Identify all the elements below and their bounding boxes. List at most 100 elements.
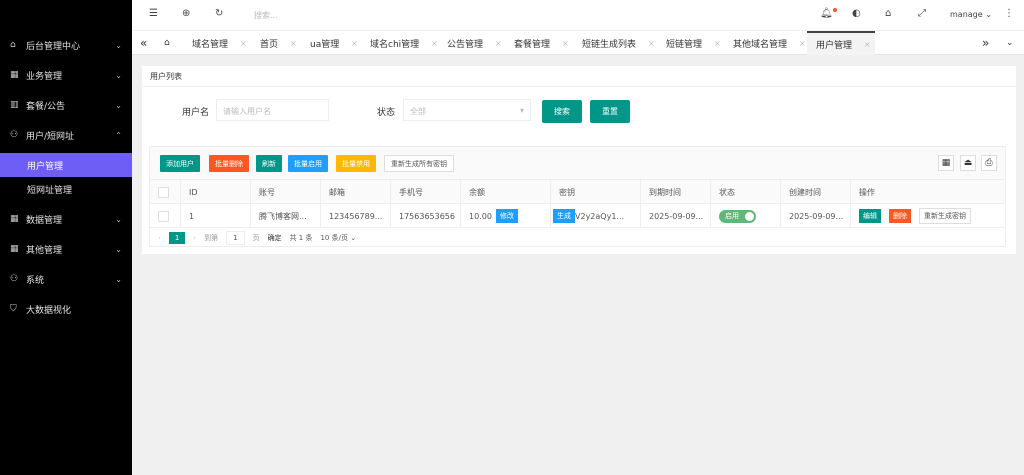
tab-label: ua管理 [310, 39, 340, 50]
refresh-button[interactable]: 刷新 [256, 155, 282, 172]
regen-key-button[interactable]: 重新生成密钥 [919, 208, 971, 224]
edit-button[interactable]: 编辑 [859, 209, 881, 223]
col-key[interactable]: 密钥 [550, 180, 575, 204]
theme-icon[interactable]: ◐ [852, 8, 861, 19]
key-value: V2y2aQy1... [575, 211, 625, 221]
close-icon[interactable]: × [431, 39, 438, 48]
status-toggle[interactable]: 启用 [719, 209, 756, 223]
col-balance[interactable]: 余额 [460, 180, 485, 204]
tag-icon[interactable]: ⌂ [885, 8, 891, 19]
select-all-checkbox[interactable] [158, 186, 169, 198]
user-table: 添加用户 批量删除 刷新 批量启用 批量禁用 重新生成所有密钥 ▦ ⏏ ⎙ ID… [149, 146, 1006, 247]
chevron-up-icon: ⌃ [115, 130, 122, 140]
tab-user-management[interactable]: 用户管理 × [807, 31, 875, 55]
close-icon[interactable]: × [290, 39, 297, 48]
tab-domain-chi[interactable]: 域名chi管理 × [370, 31, 438, 55]
row-checkbox[interactable] [158, 210, 169, 222]
tab-ua[interactable]: ua管理 × [310, 31, 358, 55]
sidebar-item-system[interactable]: ⚇ 系统 ⌄ [0, 267, 132, 291]
batch-disable-button[interactable]: 批量禁用 [336, 155, 376, 172]
chevron-down-icon: ⌄ [115, 244, 122, 254]
search-button[interactable]: 搜索 [542, 100, 582, 123]
grid-icon: ▦ [10, 70, 19, 80]
search-input[interactable]: 搜索... [254, 10, 278, 21]
refresh-icon[interactable]: ↻ [215, 8, 223, 19]
sidebar-item-other[interactable]: ▦ 其他管理 ⌄ [0, 237, 132, 261]
close-icon[interactable]: × [714, 39, 721, 48]
sidebar-item-data[interactable]: ▦ 数据管理 ⌄ [0, 207, 132, 231]
col-account[interactable]: 账号 [250, 180, 275, 204]
batch-delete-button[interactable]: 批量删除 [209, 155, 249, 172]
home-tab-icon[interactable]: ⌂ [164, 31, 170, 55]
scroll-left-icon[interactable]: « [140, 31, 147, 55]
label: 业务管理 [26, 71, 63, 82]
chevron-down-icon: ⌄ [115, 70, 122, 80]
regen-all-keys-button[interactable]: 重新生成所有密钥 [384, 155, 454, 172]
sidebar-item-user-shorturl[interactable]: ⚇ 用户/短网址 ⌃ [0, 123, 132, 147]
print-icon[interactable]: ⎙ [981, 155, 997, 171]
goto-page-input[interactable]: 1 [226, 231, 245, 245]
col-actions: 操作 [850, 180, 875, 204]
reset-button[interactable]: 重置 [590, 100, 630, 123]
sidebar-item-package[interactable]: ▥ 套餐/公告 ⌄ [0, 93, 132, 117]
scroll-right-icon[interactable]: » [982, 31, 989, 55]
tab-announcement[interactable]: 公告管理 × [447, 31, 502, 55]
sidebar-item-admin-center[interactable]: ⌂ 后台管理中心 ⌄ [0, 33, 132, 57]
sidebar-item-business[interactable]: ▦ 业务管理 ⌄ [0, 63, 132, 87]
chevron-down-icon: ⌄ [115, 214, 122, 224]
cell-account: 腾飞博客网... [250, 204, 307, 228]
columns-icon[interactable]: ▦ [938, 155, 954, 171]
tab-package[interactable]: 套餐管理 × [514, 31, 569, 55]
close-icon[interactable]: × [495, 39, 502, 48]
menu-toggle-icon[interactable]: ☰ [149, 8, 158, 19]
col-expire[interactable]: 到期时间 [640, 180, 681, 204]
close-icon[interactable]: × [648, 39, 655, 48]
username-input[interactable]: 请输入用户名 [216, 99, 329, 121]
globe-icon[interactable]: ⊕ [182, 8, 190, 19]
close-icon[interactable]: × [864, 40, 871, 49]
status-select[interactable]: 全部 ▾ [403, 99, 531, 121]
sidebar: ⌂ 后台管理中心 ⌄ ▦ 业务管理 ⌄ ▥ 套餐/公告 ⌄ ⚇ 用户/短网址 ⌃ 用户管理 短网… [0, 0, 132, 475]
tab-other-domain[interactable]: 其他域名管理 × [733, 31, 806, 55]
edit-balance-button[interactable]: 修改 [495, 209, 518, 223]
tab-label: 其他域名管理 [733, 39, 788, 50]
col-email[interactable]: 邮箱 [320, 180, 345, 204]
add-user-button[interactable]: 添加用户 [160, 155, 200, 172]
prev-page-icon[interactable]: ‹ [158, 234, 161, 242]
sidebar-item-shorturl-management[interactable]: 短网址管理 [0, 177, 132, 201]
tab-domain[interactable]: 域名管理 × [192, 31, 247, 55]
col-phone[interactable]: 手机号 [390, 180, 423, 204]
user-icon: ⚇ [10, 274, 19, 284]
shield-icon: ⛉ [10, 304, 17, 314]
per-page-select[interactable]: 10 条/页 ⌄ [320, 233, 356, 243]
user-menu[interactable]: manage ⌄ [950, 10, 992, 19]
tab-label: 域名管理 [192, 39, 229, 50]
close-icon[interactable]: × [562, 39, 569, 48]
bell-icon[interactable]: 🔔︎ [820, 8, 837, 19]
col-created[interactable]: 创建时间 [780, 180, 821, 204]
delete-button[interactable]: 删除 [889, 209, 911, 223]
tab-home[interactable]: 首页 × [260, 31, 297, 55]
close-icon[interactable]: × [351, 39, 358, 48]
more-icon[interactable]: ⋮ [1004, 8, 1014, 19]
tab-menu-chevron-icon[interactable]: ⌄ [1006, 31, 1014, 55]
tab-shortlink-gen[interactable]: 短链生成列表 × [582, 31, 655, 55]
close-icon[interactable]: × [240, 39, 247, 48]
close-icon[interactable]: × [799, 39, 806, 48]
goto-confirm-button[interactable]: 确定 [268, 233, 282, 243]
page-1[interactable]: 1 [168, 232, 186, 244]
username: manage [950, 10, 983, 19]
fullscreen-icon[interactable]: ⤢ [918, 8, 926, 19]
generate-key-button[interactable]: 生成 [553, 209, 575, 223]
export-icon[interactable]: ⏏ [960, 155, 976, 171]
label: 系统 [26, 275, 45, 286]
batch-enable-button[interactable]: 批量启用 [288, 155, 328, 172]
sidebar-item-user-management[interactable]: 用户管理 [0, 153, 132, 177]
col-status[interactable]: 状态 [710, 180, 735, 204]
col-id[interactable]: ID [180, 180, 198, 204]
sidebar-item-bigdata[interactable]: ⛉ 大数据视化 [0, 297, 132, 321]
tab-shortlink[interactable]: 短链管理 × [666, 31, 721, 55]
tab-label: 域名chi管理 [370, 39, 420, 50]
next-page-icon[interactable]: › [193, 234, 196, 242]
toggle-knob [745, 211, 754, 221]
